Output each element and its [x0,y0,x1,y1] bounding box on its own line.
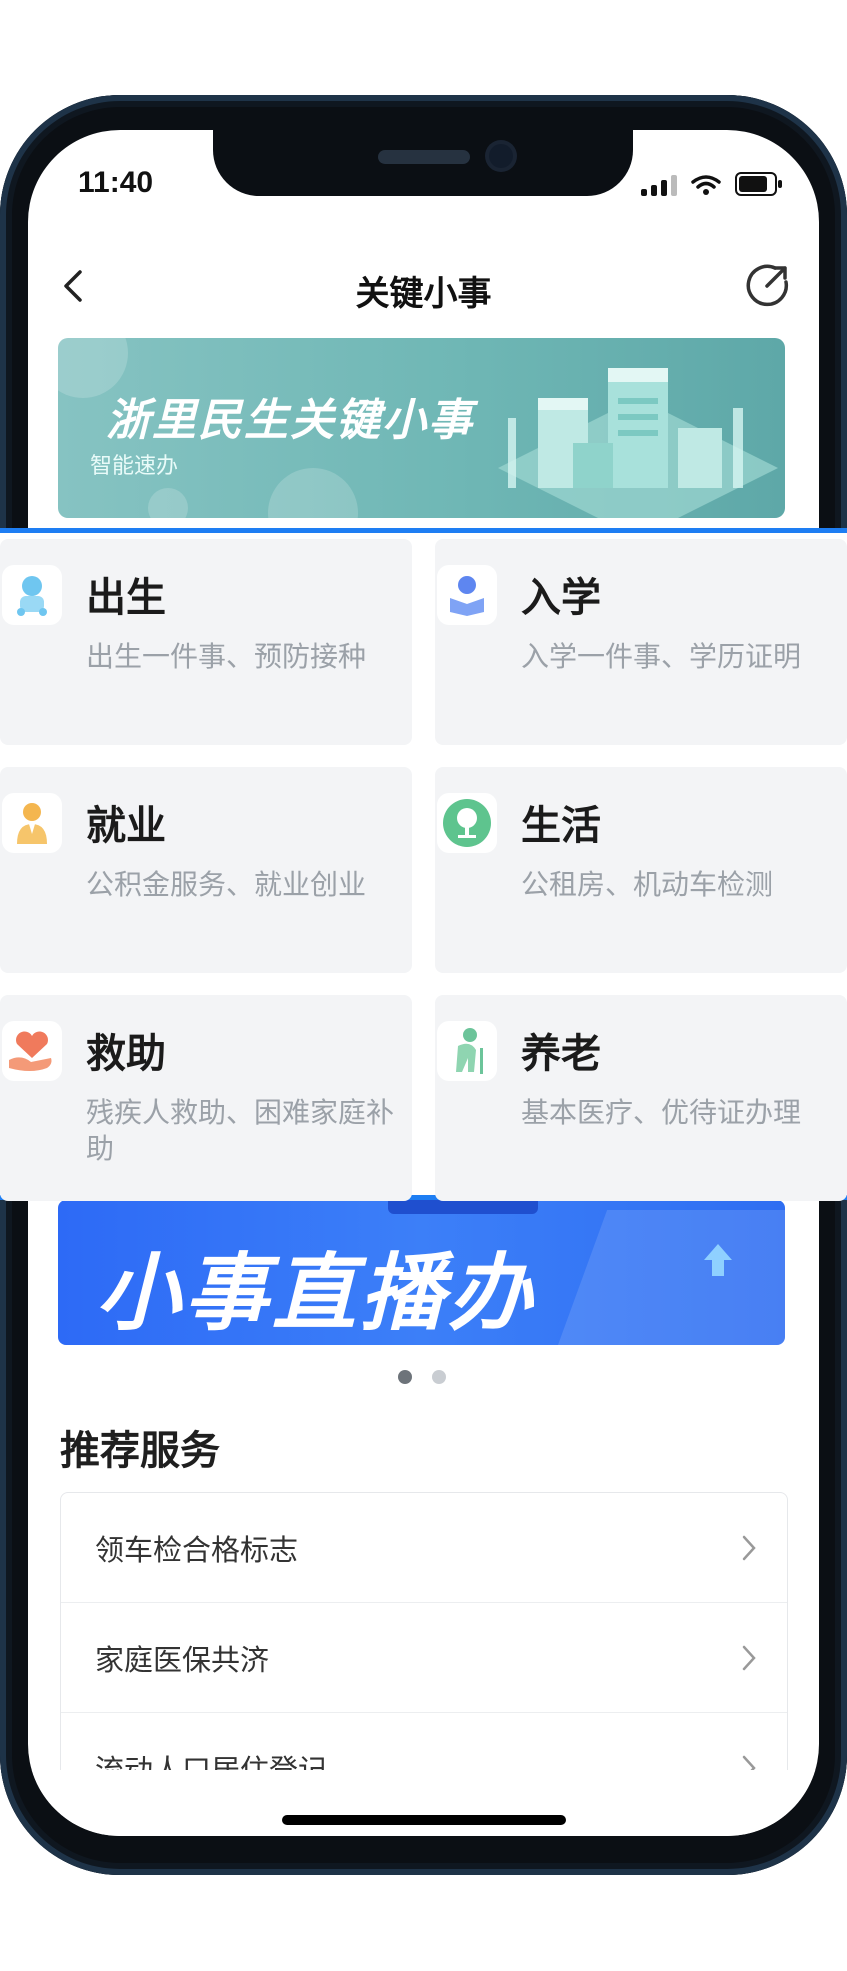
banner-subtitle: 智能速办 [90,454,179,479]
category-desc: 基本医疗、优待证办理 [521,1096,802,1129]
home-indicator[interactable] [282,1815,566,1825]
battery-icon [735,172,782,196]
category-card-elderly[interactable]: 养老 基本医疗、优待证办理 [435,995,847,1201]
list-item[interactable]: 家庭医保共济 [61,1603,787,1713]
category-desc: 残疾人救助、困难家庭补助 [86,1096,395,1165]
notch [213,130,633,196]
worker-icon [2,793,62,853]
category-title: 养老 [521,1031,601,1077]
category-card-employment[interactable]: 就业 公积金服务、就业创业 [0,767,412,973]
category-card-school[interactable]: 入学 入学一件事、学历证明 [435,539,847,745]
wifi-icon [691,175,721,195]
category-card-birth[interactable]: 出生 出生一件事、预防接种 [0,539,412,745]
category-desc: 出生一件事、预防接种 [86,640,367,673]
page-title: 关键小事 [355,274,492,314]
carousel-dots [398,1370,446,1384]
city-illustration [498,368,778,518]
chevron-right-icon [742,1645,756,1670]
list-item-label: 领车检合格标志 [95,1532,299,1567]
speaker [378,150,470,164]
category-grid: 出生 出生一件事、预防接种 入学 入学一件事、学历证明 就业 公积金服务、就业创… [0,528,847,1201]
live-banner-title: 小事直播办 [96,1244,537,1342]
category-title: 生活 [521,803,601,849]
arrow-up-icon [704,1244,732,1276]
recommend-title: 推荐服务 [60,1428,220,1474]
status-time: 11:40 [78,166,154,199]
live-banner-decoration [548,1210,785,1345]
list-item[interactable]: 领车检合格标志 [61,1493,787,1603]
tree-icon [437,793,497,853]
signal-icon [641,174,677,196]
list-item-label: 家庭医保共济 [95,1642,270,1677]
banner[interactable]: 浙里民生关键小事 智能速办 [58,338,785,518]
banner-title: 浙里民生关键小事 [106,395,474,446]
status-icons [641,172,782,196]
carousel-dot[interactable] [432,1370,446,1384]
category-card-aid[interactable]: 救助 残疾人救助、困难家庭补助 [0,995,412,1201]
baby-icon [2,565,62,625]
bottom-safe-area [28,1770,819,1836]
category-desc: 公积金服务、就业创业 [86,868,367,901]
elder-icon [437,1021,497,1081]
student-icon [437,565,497,625]
category-desc: 公租房、机动车检测 [521,868,774,901]
live-banner[interactable]: 小事直播办 [58,1200,785,1345]
category-title: 救助 [86,1031,166,1077]
category-title: 就业 [86,803,166,849]
category-card-life[interactable]: 生活 公租房、机动车检测 [435,767,847,973]
heart-hand-icon [2,1021,62,1081]
share-icon[interactable] [745,262,791,308]
live-banner-tag [388,1200,538,1214]
banner-decoration [148,488,188,518]
banner-decoration [268,468,358,518]
front-camera [489,144,513,168]
category-title: 入学 [521,575,601,621]
category-desc: 入学一件事、学历证明 [521,640,802,673]
carousel-dot-active[interactable] [398,1370,412,1384]
chevron-right-icon [742,1535,756,1560]
navbar: 关键小事 [28,240,819,330]
category-title: 出生 [86,575,166,621]
